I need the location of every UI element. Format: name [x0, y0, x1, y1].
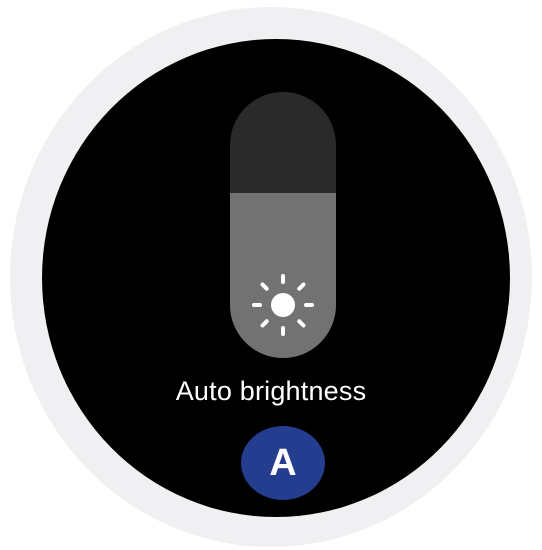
- auto-brightness-button[interactable]: A: [241, 426, 325, 500]
- auto-brightness-label: Auto brightness: [175, 376, 367, 406]
- sun-icon: [252, 274, 314, 336]
- watch-stage: Auto brightness A: [0, 0, 542, 550]
